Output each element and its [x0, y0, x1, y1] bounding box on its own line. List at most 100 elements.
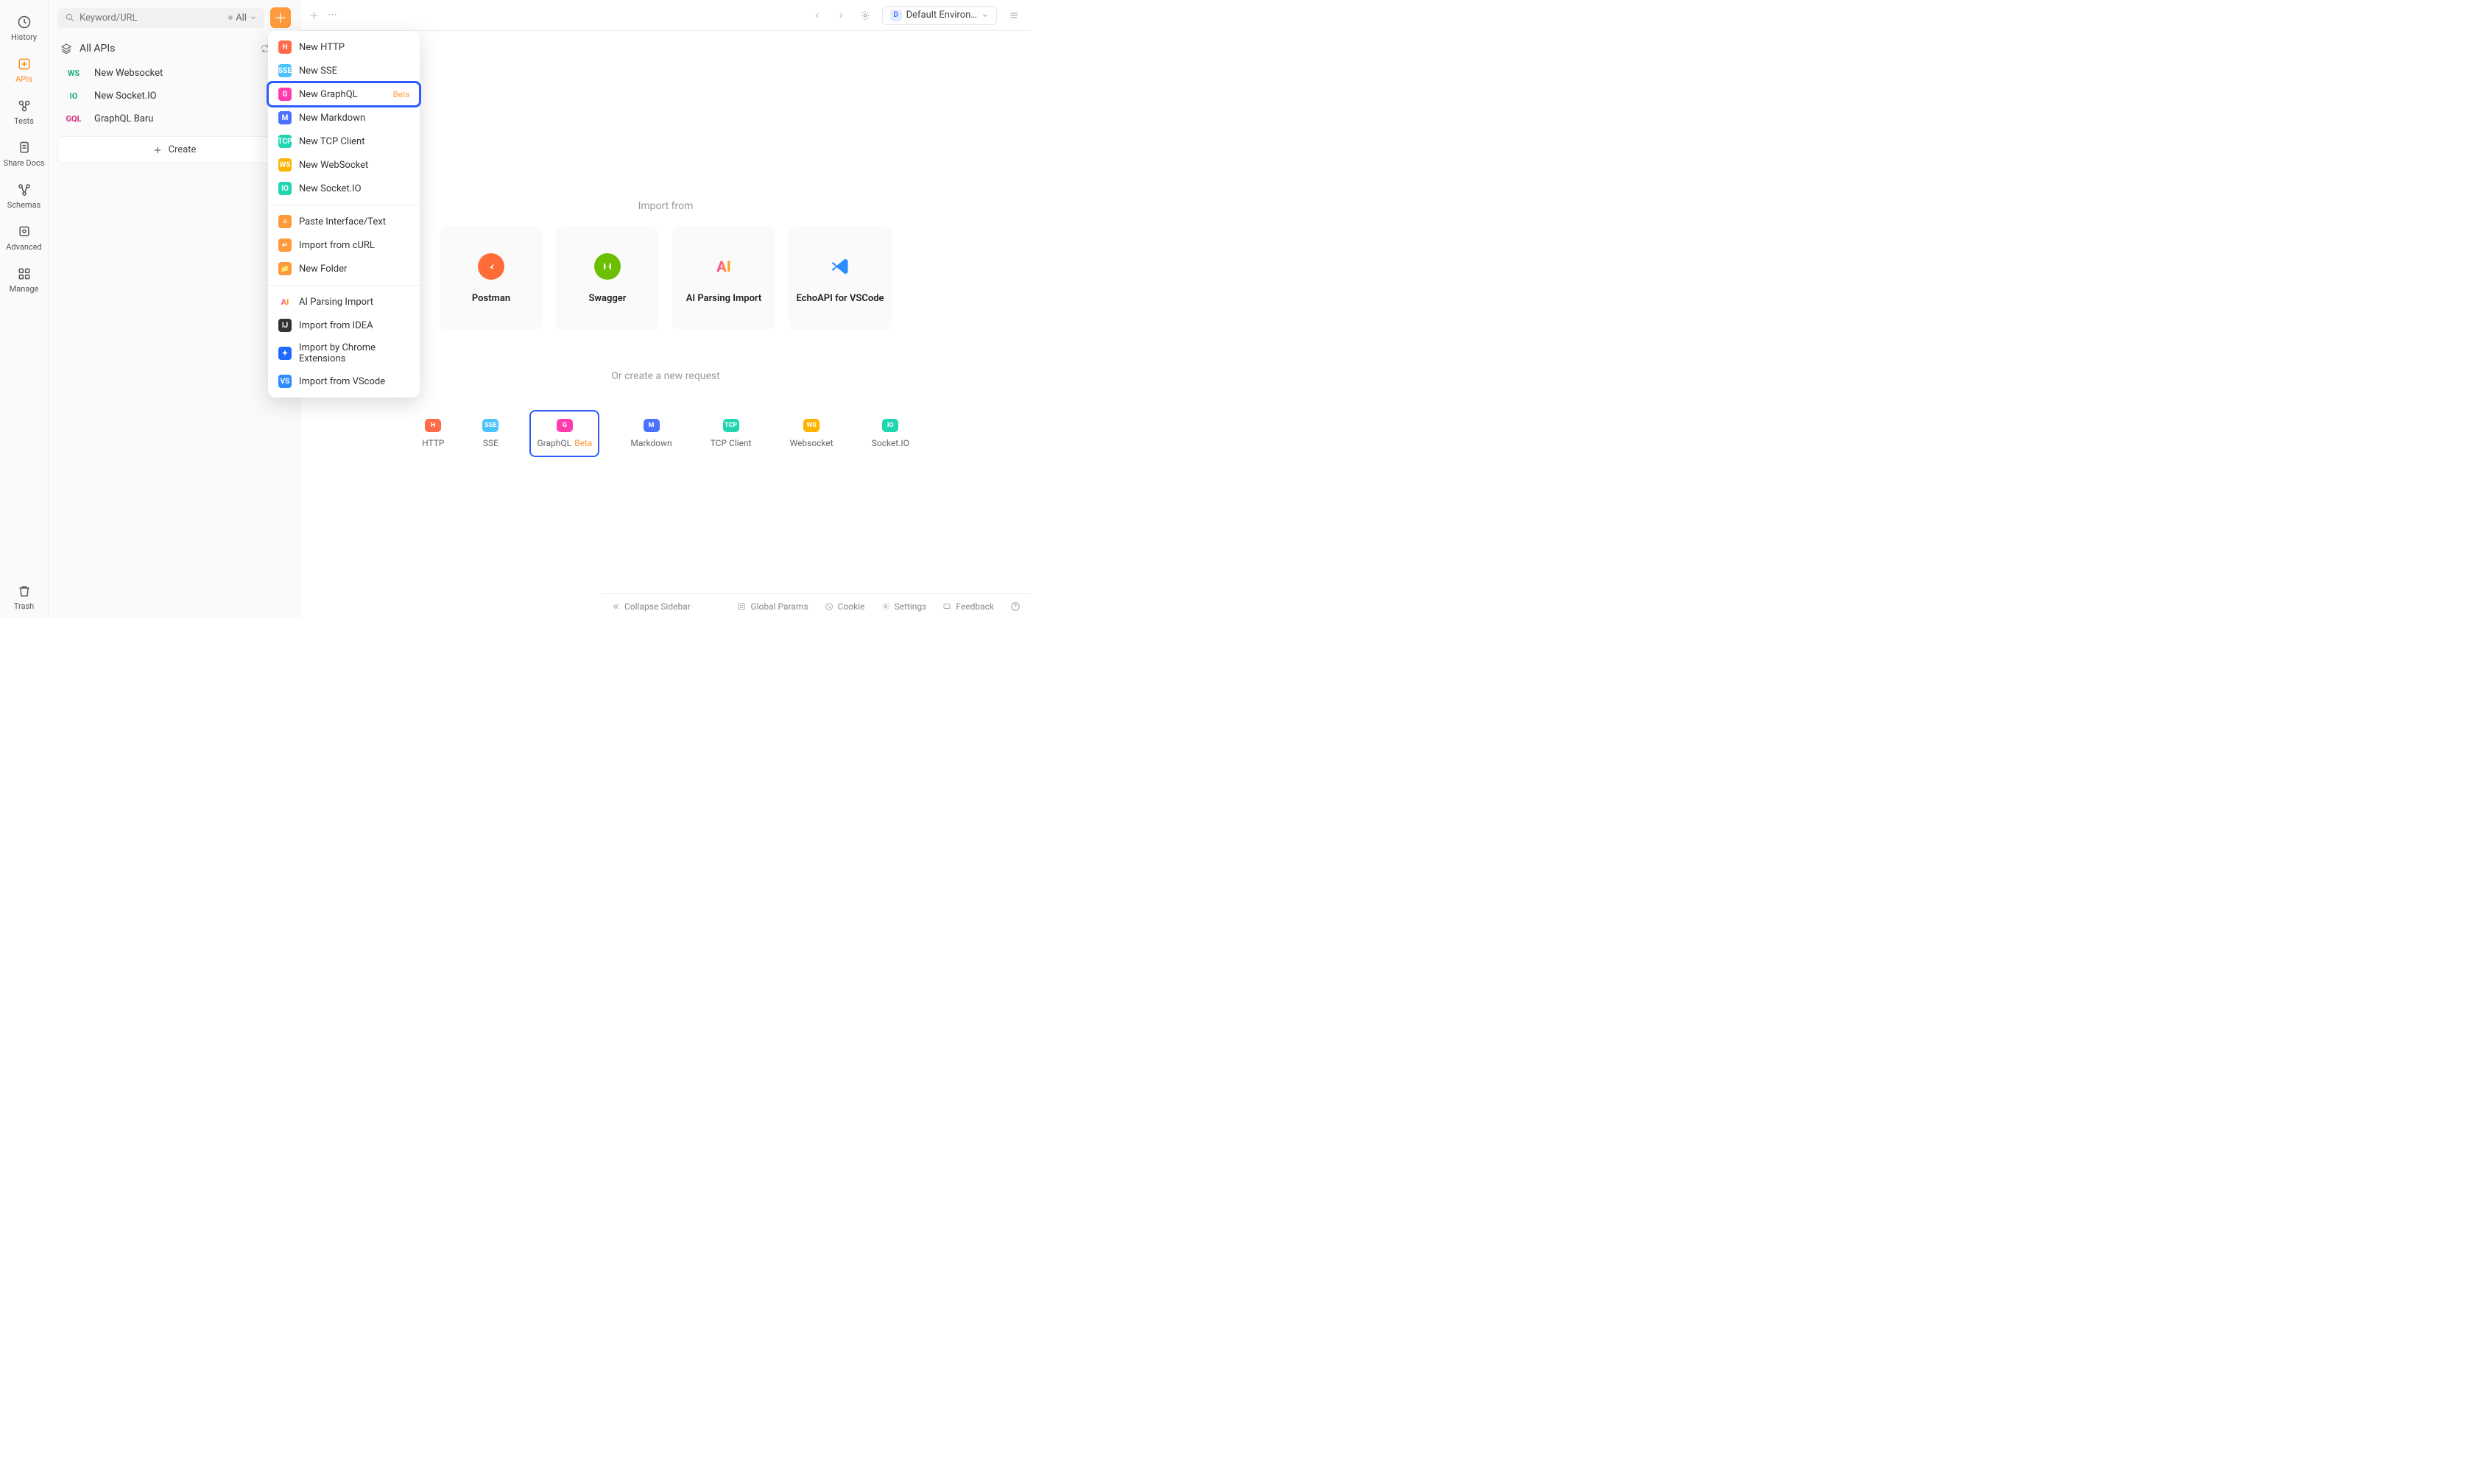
- rail-schemas[interactable]: Schemas: [0, 175, 48, 217]
- menu-item[interactable]: MNew Markdown: [268, 106, 420, 130]
- import-cards: Postman Swagger AI AI Parsing Import Ech…: [440, 227, 892, 330]
- tests-icon: [17, 99, 32, 113]
- request-type[interactable]: SSESSE: [475, 410, 506, 457]
- menu-item-icon: ✦: [278, 347, 292, 360]
- menu-item-icon: IO: [278, 182, 292, 195]
- rail-label: Share Docs: [4, 158, 45, 168]
- sidebar-item-label: New Socket.IO: [94, 91, 157, 102]
- menu-item-icon: ≡: [278, 215, 292, 228]
- environment-picker[interactable]: D Default Environ…: [882, 6, 997, 25]
- search-filter[interactable]: All: [228, 13, 257, 24]
- rail-apis[interactable]: APIs: [0, 49, 48, 91]
- sharedocs-icon: [17, 141, 32, 155]
- menu-item-label: Import from IDEA: [299, 320, 409, 331]
- menu-item-label: AI Parsing Import: [299, 297, 409, 308]
- request-badge-icon: IO: [882, 419, 898, 432]
- create-button[interactable]: Create: [57, 136, 291, 163]
- menu-item[interactable]: H New HTTP: [268, 35, 420, 59]
- menu-item[interactable]: IJImport from IDEA: [268, 314, 420, 337]
- menu-item[interactable]: ✦Import by Chrome Extensions: [268, 337, 420, 370]
- rail-tests[interactable]: Tests: [0, 91, 48, 133]
- sidebar-item-ws[interactable]: WS New Websocket: [54, 62, 294, 85]
- rail-label: Tests: [14, 116, 34, 126]
- cookie-icon: [825, 602, 834, 611]
- dot-icon: [228, 15, 233, 20]
- request-type-row: HHTTP SSESSE GGraphQLBeta MMarkdown TCPTCP C…: [415, 410, 917, 457]
- request-type[interactable]: MMarkdown: [623, 410, 679, 457]
- tab-add[interactable]: ＋: [309, 8, 319, 22]
- rail-manage[interactable]: Manage: [0, 259, 48, 301]
- history-icon: [17, 15, 32, 29]
- collapse-sidebar[interactable]: Collapse Sidebar: [611, 601, 691, 612]
- tab-prev[interactable]: [810, 8, 825, 23]
- request-type[interactable]: WSWebsocket: [783, 410, 841, 457]
- card-ai-parsing[interactable]: AI AI Parsing Import: [672, 227, 775, 330]
- tab-next[interactable]: [834, 8, 848, 23]
- menu-item-icon: G: [278, 88, 292, 101]
- request-type[interactable]: TCPTCP Client: [703, 410, 759, 457]
- chevron-down-icon: [250, 14, 257, 21]
- menu-item[interactable]: VSImport from VScode: [268, 370, 420, 393]
- rail-label: Advanced: [6, 242, 41, 252]
- postman-icon: [478, 253, 504, 280]
- menu-icon[interactable]: [1006, 7, 1022, 24]
- request-badge-icon: SSE: [482, 419, 498, 432]
- menu-item[interactable]: AIAI Parsing Import: [268, 290, 420, 314]
- menu-item-label: New Folder: [299, 264, 409, 275]
- request-label: GraphQLBeta: [537, 438, 592, 448]
- menu-item[interactable]: SSE New SSE: [268, 59, 420, 82]
- card-postman[interactable]: Postman: [440, 227, 543, 330]
- footer-cookie[interactable]: Cookie: [825, 601, 865, 612]
- menu-item[interactable]: TCPNew TCP Client: [268, 130, 420, 153]
- request-type[interactable]: GGraphQLBeta: [529, 410, 599, 457]
- collapse-icon: [611, 602, 620, 611]
- gear-icon: [881, 602, 890, 611]
- request-label: HTTP: [422, 438, 444, 448]
- search-input[interactable]: [80, 13, 224, 24]
- menu-item[interactable]: ↵Import from cURL: [268, 233, 420, 257]
- plus-icon: [152, 145, 163, 155]
- rail-history[interactable]: History: [0, 7, 48, 49]
- params-icon: [737, 602, 746, 611]
- rail-trash[interactable]: Trash: [0, 576, 48, 618]
- menu-item[interactable]: 📁New Folder: [268, 257, 420, 280]
- new-button[interactable]: ＋: [270, 7, 291, 28]
- menu-item[interactable]: GNew GraphQLBeta: [268, 82, 420, 106]
- create-title: Or create a new request: [611, 370, 720, 382]
- swagger-icon: [594, 253, 621, 280]
- menu-item-icon: TCP: [278, 135, 292, 148]
- rail-advanced[interactable]: Advanced: [0, 217, 48, 259]
- trash-icon: [17, 584, 32, 598]
- card-swagger[interactable]: Swagger: [556, 227, 659, 330]
- beta-badge: Beta: [393, 90, 409, 99]
- footer-help[interactable]: [1010, 601, 1021, 612]
- rail-sharedocs[interactable]: Share Docs: [0, 133, 48, 175]
- import-title: Import from: [638, 200, 694, 212]
- menu-item[interactable]: ≡Paste Interface/Text: [268, 210, 420, 233]
- request-type[interactable]: IOSocket.IO: [864, 410, 917, 457]
- search-input-wrap[interactable]: All: [57, 8, 264, 28]
- footer-global-params[interactable]: Global Params: [737, 601, 808, 612]
- menu-item-icon: H: [278, 40, 292, 54]
- menu-item-icon: WS: [278, 158, 292, 172]
- menu-item-label: New HTTP: [299, 42, 409, 53]
- request-badge-icon: WS: [803, 419, 820, 432]
- request-type[interactable]: HHTTP: [415, 410, 451, 457]
- apis-icon: [17, 57, 32, 71]
- rail-label: Schemas: [7, 200, 41, 210]
- sidebar-item-gql[interactable]: GQL GraphQL Baru: [54, 107, 294, 130]
- sidebar-item-io[interactable]: IO New Socket.IO: [54, 85, 294, 107]
- env-settings-icon[interactable]: [857, 7, 873, 24]
- menu-item[interactable]: WSNew WebSocket: [268, 153, 420, 177]
- footer-settings[interactable]: Settings: [881, 601, 927, 612]
- advanced-icon: [17, 225, 32, 239]
- tab-more[interactable]: ⋯: [328, 10, 339, 21]
- manage-icon: [17, 266, 32, 281]
- menu-item[interactable]: IONew Socket.IO: [268, 177, 420, 200]
- menu-item-icon: SSE: [278, 64, 292, 77]
- help-icon: [1010, 601, 1021, 612]
- menu-item-label: New SSE: [299, 66, 409, 77]
- card-vscode[interactable]: EchoAPI for VSCode: [789, 227, 892, 330]
- footer-feedback[interactable]: Feedback: [942, 601, 994, 612]
- menu-item-label: Import from cURL: [299, 240, 409, 251]
